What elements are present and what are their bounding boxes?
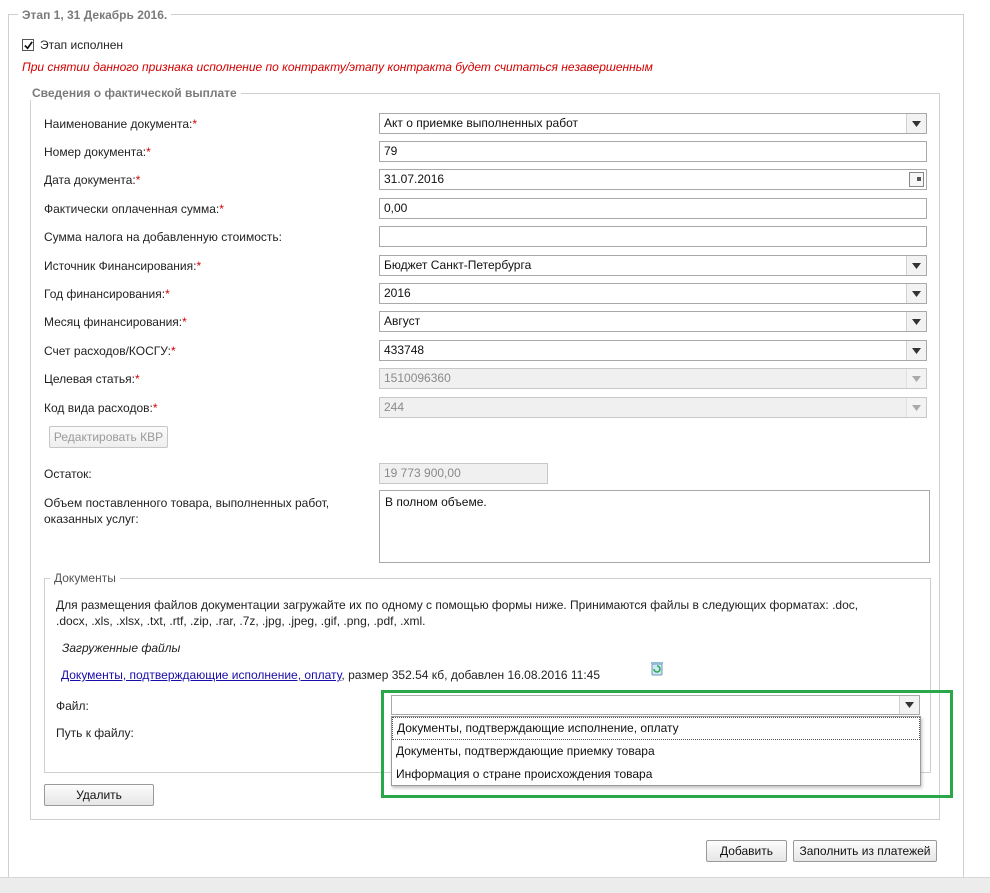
edit-kvr-button: Редактировать КВР <box>49 426 168 448</box>
add-button[interactable]: Добавить <box>706 840 787 862</box>
stage-completed-label: Этап исполнен <box>40 38 124 52</box>
target-article-select: 1510096360 <box>379 368 927 389</box>
label-volume-line1: Объем поставленного товара, выполненных … <box>44 496 330 510</box>
document-name-select[interactable]: Акт о приемке выполненных работ <box>379 113 927 134</box>
expense-account-select[interactable]: 433748 <box>379 340 927 361</box>
label-document-name: Наименование документа:* <box>44 117 198 131</box>
label-remainder: Остаток: <box>44 467 92 481</box>
calendar-icon[interactable] <box>909 172 924 187</box>
vat-amount-input[interactable] <box>379 226 927 247</box>
stage-warning: При снятии данного признака исполнение п… <box>22 60 653 74</box>
label-target-article: Целевая статья:* <box>44 372 140 386</box>
label-file-path: Путь к файлу: <box>56 726 134 740</box>
document-number-input[interactable]: 79 <box>379 141 927 162</box>
delete-button[interactable]: Удалить <box>44 784 154 806</box>
payment-legend: Сведения о фактической выплате <box>28 86 241 100</box>
chevron-down-icon <box>906 312 926 331</box>
label-volume-line2: оказанных услуг: <box>44 512 139 526</box>
uploaded-files-heading: Загруженные файлы <box>62 641 181 655</box>
chevron-down-icon <box>906 284 926 303</box>
label-document-number: Номер документа:* <box>44 145 151 159</box>
remainder-value: 19 773 900,00 <box>379 463 548 484</box>
stage-completed-checkbox[interactable] <box>22 39 34 51</box>
highlight-box <box>381 690 953 798</box>
documents-info-line1: Для размещения файлов документации загру… <box>56 598 859 612</box>
bottom-scroll-area <box>0 877 990 893</box>
paid-amount-input[interactable]: 0,00 <box>379 198 927 219</box>
delete-file-icon[interactable] <box>649 660 665 676</box>
documents-legend: Документы <box>50 571 120 585</box>
funding-month-select[interactable]: Август <box>379 311 927 332</box>
document-date-input[interactable]: 31.07.2016 <box>379 169 927 190</box>
label-file: Файл: <box>56 699 89 713</box>
fill-from-payments-button[interactable]: Заполнить из платежей <box>793 840 937 862</box>
chevron-down-icon <box>906 398 926 417</box>
uploaded-file-link[interactable]: Документы, подтверждающие исполнение, оп… <box>61 668 341 682</box>
chevron-down-icon <box>906 341 926 360</box>
label-document-date: Дата документа:* <box>44 173 141 187</box>
label-funding-year: Год финансирования:* <box>44 287 170 301</box>
chevron-down-icon <box>906 369 926 388</box>
label-funding-month: Месяц финансирования:* <box>44 315 187 329</box>
label-expense-type-code: Код вида расходов:* <box>44 401 158 415</box>
label-paid-amount: Фактически оплаченная сумма:* <box>44 202 224 216</box>
funding-source-select[interactable]: Бюджет Санкт-Петербурга <box>379 255 927 276</box>
chevron-down-icon <box>906 114 926 133</box>
documents-info-line2: .docx, .xls, .xlsx, .txt, .rtf, .zip, .r… <box>56 614 426 628</box>
label-expense-account: Счет расходов/КОСГУ:* <box>44 344 176 358</box>
uploaded-file-row: Документы, подтверждающие исполнение, оп… <box>61 668 601 682</box>
expense-type-code-select: 244 <box>379 397 927 418</box>
funding-year-select[interactable]: 2016 <box>379 283 927 304</box>
chevron-down-icon <box>906 256 926 275</box>
label-funding-source: Источник Финансирования:* <box>44 259 202 273</box>
stage-legend: Этап 1, 31 Декабрь 2016. <box>18 8 172 22</box>
label-vat-amount: Сумма налога на добавленную стоимость: <box>44 230 282 244</box>
volume-textarea[interactable]: В полном объеме. <box>379 490 930 563</box>
